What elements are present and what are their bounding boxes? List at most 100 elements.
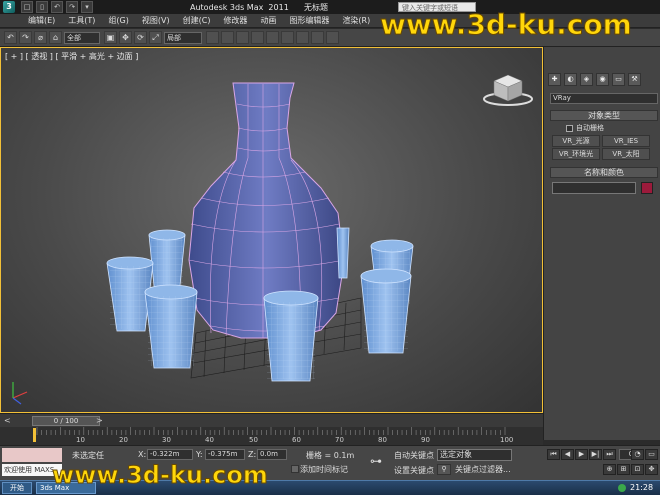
start-button[interactable]: 开始: [2, 482, 32, 494]
link-icon[interactable]: ⌀: [34, 31, 47, 44]
hierarchy-tab-icon[interactable]: ◈: [580, 73, 593, 86]
tick-label: 50: [249, 436, 258, 444]
playback-controls: ⏮ ◀ ▶ ▶| ⏭ 0 ⊕ ⊞ ⊡ ✥ ◔ ▭: [543, 445, 660, 480]
z-label: Z:: [248, 450, 257, 459]
time-slider-thumb[interactable]: 0 / 100: [32, 416, 100, 426]
app-menu-button[interactable]: 3: [0, 0, 18, 14]
set-key-icon[interactable]: ⊶: [370, 454, 382, 468]
named-selection-icon[interactable]: [296, 31, 309, 44]
autogrid-checkbox-box[interactable]: [566, 124, 573, 132]
time-tag-icon[interactable]: [291, 465, 299, 473]
menu-modifiers[interactable]: 修改器: [223, 15, 247, 26]
name-color-rollout[interactable]: 名称和颜色: [550, 167, 658, 178]
maxscript-listener-mini[interactable]: [2, 448, 62, 462]
previous-frame-icon[interactable]: ◀: [561, 449, 574, 460]
create-tab-icon[interactable]: ✚: [548, 73, 561, 86]
unlink-icon[interactable]: ⌂: [49, 31, 62, 44]
menu-group[interactable]: 组(G): [108, 15, 128, 26]
zoom-all-icon[interactable]: ⊞: [617, 464, 630, 475]
tick-label: 20: [119, 436, 128, 444]
goto-start-icon[interactable]: ⏮: [547, 449, 560, 460]
quick-access-dropdown-icon[interactable]: ▾: [81, 1, 93, 13]
spinner-snap-icon[interactable]: [281, 31, 294, 44]
select-manipulate-icon[interactable]: [221, 31, 234, 44]
time-slider-prev-icon[interactable]: <: [4, 416, 11, 425]
menu-tools[interactable]: 工具(T): [68, 15, 95, 26]
tick-label: 80: [378, 436, 387, 444]
object-name-input[interactable]: [552, 182, 636, 194]
tick-label: 10: [76, 436, 85, 444]
time-slider[interactable]: < 0 / 100 >: [0, 413, 543, 427]
play-icon[interactable]: ▶: [575, 449, 588, 460]
y-coord-field[interactable]: -0.375m: [205, 449, 245, 460]
cup-mesh[interactable]: [144, 284, 198, 369]
axis-tripod-icon: [12, 382, 28, 405]
orbit-icon[interactable]: ◔: [631, 449, 644, 460]
autogrid-label: 自动栅格: [576, 124, 604, 132]
set-key-button[interactable]: 设置关键点: [394, 465, 434, 476]
select-scale-icon[interactable]: ⤢: [149, 31, 162, 44]
object-color-swatch[interactable]: [641, 182, 653, 194]
undo-button[interactable]: ↶: [4, 31, 17, 44]
vr-ambient-light-button[interactable]: VR_环境光: [552, 148, 600, 160]
menu-create[interactable]: 创建(C): [183, 15, 211, 26]
percent-snap-icon[interactable]: [266, 31, 279, 44]
tray-icon[interactable]: [618, 484, 626, 492]
utilities-tab-icon[interactable]: ⚒: [628, 73, 641, 86]
redo-button[interactable]: ↷: [19, 31, 32, 44]
zoom-extents-icon[interactable]: ⊡: [631, 464, 644, 475]
vr-light-button[interactable]: VR_光源: [552, 135, 600, 147]
menu-views[interactable]: 视图(V): [142, 15, 170, 26]
undo-icon[interactable]: ↶: [51, 1, 63, 13]
menu-rendering[interactable]: 渲染(R): [342, 15, 370, 26]
auto-key-button[interactable]: 自动关键点: [394, 450, 434, 461]
angle-snap-icon[interactable]: [251, 31, 264, 44]
snap-toggle-icon[interactable]: [236, 31, 249, 44]
track-ticks: [36, 427, 506, 435]
cup-mesh[interactable]: [263, 290, 319, 382]
goto-end-icon[interactable]: ⏭: [603, 449, 616, 460]
reference-coord-dropdown[interactable]: 局部: [164, 31, 202, 44]
key-selection-dropdown[interactable]: 选定对象: [437, 449, 512, 461]
pivot-center-icon[interactable]: [206, 31, 219, 44]
key-filters-button[interactable]: 关键点过滤器...: [455, 464, 511, 475]
track-bar[interactable]: 10 20 30 40 50 60 70 80 90 100: [0, 427, 543, 445]
x-coord-field[interactable]: -0.322m: [147, 449, 193, 460]
menu-animation[interactable]: 动画: [260, 15, 276, 26]
z-coord-field[interactable]: 0.0m: [257, 449, 287, 460]
grid-size-label: 栅格 = 0.1m: [306, 451, 355, 460]
selection-filter-dropdown[interactable]: 全部: [64, 31, 100, 44]
modify-tab-icon[interactable]: ◐: [564, 73, 577, 86]
watermark-text: www.3d-ku.com: [380, 8, 633, 42]
open-file-icon[interactable]: ▯: [36, 1, 48, 13]
autogrid-checkbox[interactable]: 自动栅格: [566, 123, 604, 133]
zoom-icon[interactable]: ⊕: [603, 464, 616, 475]
display-tab-icon[interactable]: ▭: [612, 73, 625, 86]
key-filter-toggle[interactable]: ⚲: [437, 464, 451, 475]
selection-status: 未选定任: [72, 451, 104, 460]
menu-graph-editors[interactable]: 图形编辑器: [289, 15, 329, 26]
pan-icon[interactable]: ✥: [645, 464, 658, 475]
category-dropdown[interactable]: VRay: [550, 93, 658, 104]
vr-sun-button[interactable]: VR_太阳: [602, 148, 650, 160]
select-move-icon[interactable]: ✥: [119, 31, 132, 44]
perspective-viewport[interactable]: [ + ] [ 透视 ] [ 平滑 + 高光 + 边面 ]: [0, 47, 543, 413]
cup-mesh[interactable]: [360, 268, 412, 354]
add-time-tag-button[interactable]: 添加时间标记: [300, 464, 348, 475]
redo-icon[interactable]: ↷: [66, 1, 78, 13]
menu-edit[interactable]: 编辑(E): [28, 15, 55, 26]
next-frame-icon[interactable]: ▶|: [589, 449, 602, 460]
select-object-icon[interactable]: ▣: [104, 31, 117, 44]
tick-label: 70: [335, 436, 344, 444]
maximize-viewport-icon[interactable]: ▭: [645, 449, 658, 460]
motion-tab-icon[interactable]: ◉: [596, 73, 609, 86]
mirror-icon[interactable]: [311, 31, 324, 44]
viewcube-icon[interactable]: [483, 74, 533, 106]
time-slider-next-icon[interactable]: >: [96, 416, 103, 425]
vr-ies-button[interactable]: VR_IES: [602, 135, 650, 147]
cup-mesh[interactable]: [336, 227, 350, 279]
select-rotate-icon[interactable]: ⟳: [134, 31, 147, 44]
align-icon[interactable]: [326, 31, 339, 44]
new-file-icon[interactable]: □: [21, 1, 33, 13]
object-type-rollout[interactable]: 对象类型: [550, 110, 658, 121]
